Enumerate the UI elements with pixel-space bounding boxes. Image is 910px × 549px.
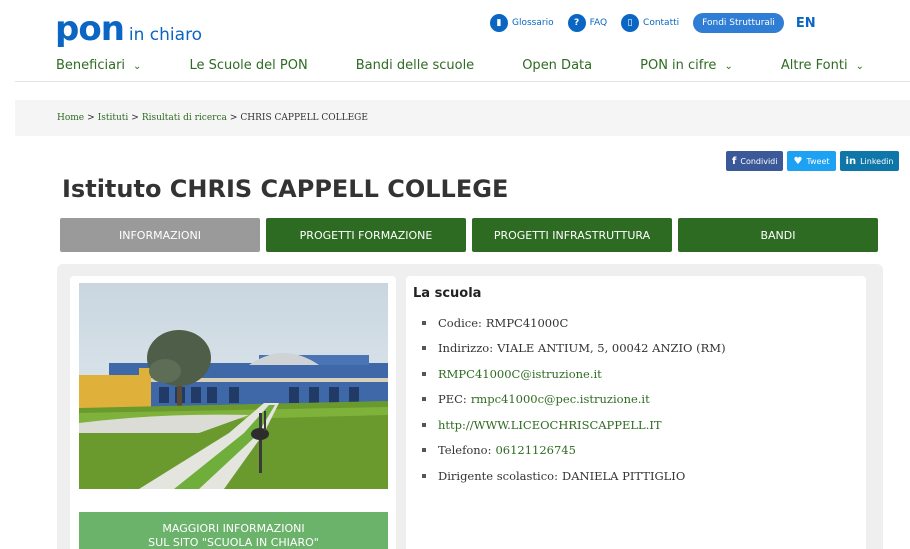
dirigente-label: Dirigente scolastico:: [438, 468, 558, 483]
breadcrumb-separator: >: [131, 113, 139, 123]
chevron-down-icon: ⌄: [724, 61, 733, 72]
share-buttons: f Condividi ♥ Tweet in Linkedin: [726, 151, 903, 171]
nav-altre-fonti[interactable]: Altre Fonti ⌄: [765, 50, 880, 81]
nav-beneficiari[interactable]: Beneficiari ⌄: [40, 50, 157, 81]
breadcrumb-risultati[interactable]: Risultati di ricerca: [142, 113, 227, 123]
nav-pon-cifre[interactable]: PON in cifre ⌄: [624, 50, 749, 81]
list-item-codice: Codice: RMPC41000C: [422, 310, 726, 336]
breadcrumb: Home > Istituti > Risultati di ricerca >…: [15, 100, 910, 136]
indirizzo-label: Indirizzo:: [438, 341, 494, 356]
nav-label: Beneficiari: [56, 58, 126, 73]
logo-subtitle: in chiaro: [128, 25, 203, 45]
chevron-down-icon: ⌄: [855, 61, 864, 72]
tab-bandi[interactable]: BANDI: [678, 218, 878, 252]
section-tabs: INFORMAZIONI PROGETTI FORMAZIONE PROGETT…: [60, 218, 884, 252]
telefono-link[interactable]: 06121126745: [495, 443, 575, 457]
telefono-label: Telefono:: [438, 443, 492, 458]
site-logo[interactable]: pon in chiaro: [55, 12, 202, 46]
contatti-link[interactable]: ▯ Contatti: [621, 14, 679, 32]
school-building-image: [79, 283, 388, 489]
tab-progetti-infrastruttura[interactable]: PROGETTI INFRASTRUTTURA: [472, 218, 672, 252]
nav-open-data[interactable]: Open Data: [506, 50, 608, 81]
nav-label: Altre Fonti: [780, 58, 848, 73]
linkedin-label: Linkedin: [860, 156, 894, 166]
list-item-dirigente: Dirigente scolastico: DANIELA PITTIGLIO: [422, 463, 726, 489]
codice-label: Codice:: [438, 315, 482, 330]
nav-scuole-pon[interactable]: Le Scuole del PON: [173, 50, 323, 81]
more-info-button[interactable]: MAGGIORI INFORMAZIONI SUL SITO "SCUOLA I…: [79, 512, 388, 549]
list-item-email: RMPC41000C@istruzione.it: [422, 361, 726, 387]
tab-informazioni[interactable]: INFORMAZIONI: [60, 218, 260, 252]
nav-divider: [15, 81, 910, 82]
fondi-strutturali-button[interactable]: Fondi Strutturali: [693, 13, 784, 33]
linkedin-share-button[interactable]: in Linkedin: [839, 151, 900, 171]
breadcrumb-istituti[interactable]: Istituti: [98, 113, 129, 123]
logo-pon-text: pon: [55, 9, 125, 49]
top-links: ▮ Glossario ? FAQ ▯ Contatti Fondi Strut…: [490, 12, 816, 34]
tab-progetti-formazione[interactable]: PROGETTI FORMAZIONE: [266, 218, 466, 252]
main-nav: Beneficiari ⌄ Le Scuole del PON Bandi del…: [40, 50, 880, 81]
nav-label: Le Scuole del PON: [189, 58, 308, 73]
question-icon: ?: [567, 14, 586, 32]
more-info-line2: SUL SITO "SCUOLA IN CHIARO": [148, 536, 319, 549]
faq-label: FAQ: [589, 18, 608, 28]
linkedin-icon: in: [845, 155, 857, 167]
nav-label: Bandi delle scuole: [355, 58, 475, 73]
list-item-pec: PEC: rmpc41000c@pec.istruzione.it: [422, 387, 726, 413]
contact-icon: ▯: [621, 14, 640, 32]
list-item-website: http://WWW.LICEOCHRISCAPPELL.IT: [422, 412, 726, 438]
chevron-down-icon: ⌄: [133, 61, 142, 72]
nav-label: PON in cifre: [640, 58, 717, 73]
facebook-share-button[interactable]: f Condividi: [726, 151, 784, 171]
twitter-label: Tweet: [806, 156, 830, 166]
glossario-label: Glossario: [512, 18, 554, 28]
book-icon: ▮: [490, 14, 508, 32]
school-heading: La scuola: [413, 286, 482, 301]
school-photo: [79, 283, 388, 489]
breadcrumb-home[interactable]: Home: [57, 113, 84, 123]
breadcrumb-separator: >: [229, 113, 238, 123]
twitter-icon: ♥: [793, 155, 803, 167]
breadcrumb-separator: >: [87, 113, 95, 123]
indirizzo-value: VIALE ANTIUM, 5, 00042 ANZIO (RM): [497, 341, 726, 356]
language-switch-en[interactable]: EN: [796, 16, 816, 31]
page-title: Istituto CHRIS CAPPELL COLLEGE: [62, 175, 509, 203]
email-link[interactable]: RMPC41000C@istruzione.it: [438, 367, 602, 381]
contatti-label: Contatti: [643, 18, 680, 28]
glossario-link[interactable]: ▮ Glossario: [490, 14, 554, 32]
website-link[interactable]: http://WWW.LICEOCHRISCAPPELL.IT: [438, 418, 662, 432]
codice-value: RMPC41000C: [485, 315, 569, 330]
twitter-share-button[interactable]: ♥ Tweet: [787, 151, 836, 171]
pec-link[interactable]: rmpc41000c@pec.istruzione.it: [471, 392, 650, 406]
more-info-line1: MAGGIORI INFORMAZIONI: [162, 522, 305, 535]
nav-label: Open Data: [522, 58, 593, 73]
facebook-icon: f: [732, 155, 737, 167]
pec-label: PEC:: [438, 392, 467, 407]
list-item-indirizzo: Indirizzo: VIALE ANTIUM, 5, 00042 ANZIO (…: [422, 336, 726, 362]
nav-bandi-scuole[interactable]: Bandi delle scuole: [340, 50, 490, 81]
dirigente-value: DANIELA PITTIGLIO: [561, 468, 686, 483]
list-item-telefono: Telefono: 06121126745: [422, 438, 726, 464]
breadcrumb-current: CHRIS CAPPELL COLLEGE: [240, 113, 368, 123]
faq-link[interactable]: ? FAQ: [567, 14, 608, 32]
facebook-label: Condividi: [740, 156, 778, 166]
school-details-list: Codice: RMPC41000C Indirizzo: VIALE ANTIUM…: [422, 310, 726, 489]
